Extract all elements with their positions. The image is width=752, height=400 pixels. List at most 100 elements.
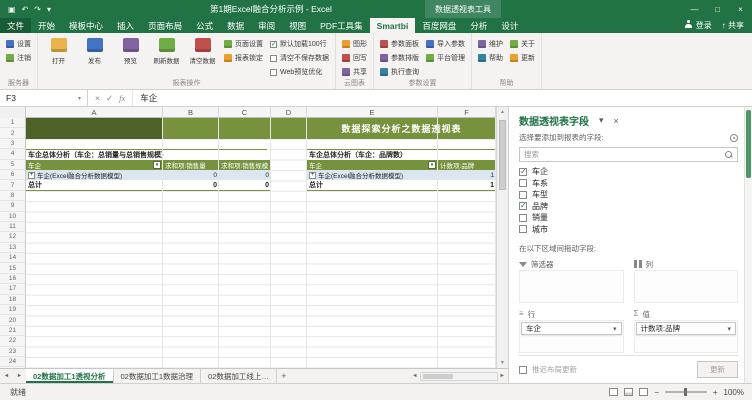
left-table-header-cell[interactable]: 车企▾: [26, 160, 163, 170]
column-header-D[interactable]: D: [271, 107, 307, 118]
defer-checkbox[interactable]: [519, 366, 527, 374]
filters-area[interactable]: 筛选器: [519, 258, 624, 303]
scrollbar-thumb[interactable]: [423, 374, 453, 379]
ribbon-check-1-1[interactable]: 清空不保存数据: [268, 52, 331, 64]
enter-icon[interactable]: ✓: [106, 93, 113, 104]
checkbox-icon[interactable]: [519, 191, 527, 199]
formula-input[interactable]: 车企: [133, 90, 164, 106]
sign-in-button[interactable]: 登录: [685, 20, 712, 31]
ribbon-check-1-2[interactable]: Web预览优化: [268, 66, 331, 78]
name-box[interactable]: F3 ▾: [0, 90, 88, 106]
row-header-10[interactable]: 10: [0, 212, 25, 222]
left-table-row-label[interactable]: +车企(Excel融合分析数据模型): [26, 170, 163, 180]
redo-icon[interactable]: ↷: [34, 5, 41, 14]
ribbon-button-large-1-1[interactable]: 发布: [78, 35, 111, 65]
row-header-22[interactable]: 22: [0, 336, 25, 346]
checkbox-icon[interactable]: [519, 225, 527, 233]
right-table-header-cell[interactable]: 计数项:品牌: [438, 160, 496, 170]
row-header-2[interactable]: 2: [0, 128, 25, 138]
zoom-out-icon[interactable]: −: [654, 388, 659, 397]
maximize-button[interactable]: □: [706, 0, 729, 18]
ribbon-button-small-0-0-1[interactable]: 注销: [4, 52, 33, 64]
row-header-15[interactable]: 15: [0, 263, 25, 273]
close-button[interactable]: ×: [729, 0, 752, 18]
scrollbar-track[interactable]: [420, 372, 498, 381]
scrollbar-thumb[interactable]: [499, 120, 506, 190]
scroll-down-icon[interactable]: ▼: [497, 358, 508, 368]
scroll-up-icon[interactable]: ▲: [497, 107, 508, 117]
ribbon-tab-8[interactable]: 视图: [282, 18, 313, 33]
ribbon-tab-6[interactable]: 数据: [220, 18, 251, 33]
column-header-C[interactable]: C: [219, 107, 271, 118]
row-header-12[interactable]: 12: [0, 232, 25, 242]
zoom-slider[interactable]: [665, 391, 707, 393]
right-table-cell[interactable]: 1: [438, 170, 496, 180]
column-header-A[interactable]: A: [26, 107, 163, 118]
save-icon[interactable]: ▣: [8, 5, 16, 14]
column-header-B[interactable]: B: [163, 107, 219, 118]
next-sheet-icon[interactable]: ►: [13, 369, 26, 383]
ribbon-button-large-1-0[interactable]: 打开: [42, 35, 75, 65]
right-table-row-label[interactable]: +车企(Excel融合分析数据模型): [307, 170, 438, 180]
ribbon-button-small-4-1-1[interactable]: 更新: [508, 52, 537, 64]
grid[interactable]: 数据探索分析之数据透视表 车企总体分析（车企：总销量与总销售规模） 车企总体分析…: [26, 118, 496, 368]
prev-sheet-icon[interactable]: ◄: [0, 369, 13, 383]
cancel-icon[interactable]: ×: [95, 93, 100, 103]
row-header-3[interactable]: 3: [0, 139, 25, 149]
update-button[interactable]: 更新: [697, 361, 738, 378]
normal-view-icon[interactable]: [609, 388, 618, 396]
row-header-21[interactable]: 21: [0, 326, 25, 336]
row-header-17[interactable]: 17: [0, 284, 25, 294]
ribbon-button-small-4-0-0[interactable]: 维护: [476, 38, 505, 50]
row-header-14[interactable]: 14: [0, 253, 25, 263]
checkbox-icon[interactable]: ✓: [519, 168, 527, 176]
row-header-19[interactable]: 19: [0, 305, 25, 315]
row-header-1[interactable]: 1: [0, 118, 25, 128]
ribbon-button-small-2-0-2[interactable]: 共享: [340, 66, 369, 78]
ribbon-button-small-1-0-1[interactable]: 报表锁定: [222, 52, 265, 64]
right-table-total-cell[interactable]: 1: [438, 180, 496, 190]
column-header-F[interactable]: F: [438, 107, 496, 118]
ribbon-button-small-3-0-2[interactable]: 执行查询: [378, 66, 421, 78]
search-input[interactable]: 搜索: [519, 147, 738, 162]
undo-icon[interactable]: ↶: [22, 5, 29, 14]
ribbon-button-small-4-0-1[interactable]: 帮助: [476, 52, 505, 64]
ribbon-button-small-4-1-0[interactable]: 关于: [508, 38, 537, 50]
ribbon-tab-13[interactable]: 设计: [494, 18, 525, 33]
scroll-left-icon[interactable]: ◄: [412, 373, 417, 379]
share-button[interactable]: ↑ 共享: [722, 20, 744, 31]
page-break-view-icon[interactable]: [639, 388, 648, 396]
ribbon-check-1-0[interactable]: ✓默认加载100行: [268, 38, 331, 50]
ribbon-button-small-2-0-0[interactable]: 图形: [340, 38, 369, 50]
filter-dropdown-icon[interactable]: ▾: [153, 161, 161, 169]
filter-dropdown-icon[interactable]: ▾: [428, 161, 436, 169]
left-table-total-cell[interactable]: 0: [219, 180, 271, 190]
rows-area[interactable]: ≡行 车企▾: [519, 308, 624, 353]
field-item-3[interactable]: ✓品牌: [519, 201, 738, 213]
ribbon-tab-9[interactable]: PDF工具集: [313, 18, 370, 33]
ribbon-tab-1[interactable]: 开始: [31, 18, 62, 33]
pane-options-icon[interactable]: ▾: [599, 115, 604, 126]
pane-close-icon[interactable]: ×: [614, 116, 619, 126]
checkbox-icon[interactable]: ✓: [519, 202, 527, 210]
gear-icon[interactable]: [730, 134, 738, 142]
row-header-11[interactable]: 11: [0, 222, 25, 232]
qat-dropdown-icon[interactable]: ▾: [47, 5, 51, 14]
ribbon-button-large-1-3[interactable]: 刷新数据: [150, 35, 183, 65]
expand-icon[interactable]: +: [28, 172, 35, 179]
field-item-0[interactable]: ✓车企: [519, 166, 738, 178]
left-table-total-cell[interactable]: 0: [163, 180, 219, 190]
row-header-13[interactable]: 13: [0, 243, 25, 253]
field-item-5[interactable]: 城市: [519, 224, 738, 236]
right-table-header-cell[interactable]: 车企▾: [307, 160, 438, 170]
row-header-16[interactable]: 16: [0, 274, 25, 284]
sheet-tab-1[interactable]: 02数据加工1数据治理: [114, 369, 202, 383]
row-header-4[interactable]: 4: [0, 149, 25, 159]
pane-scrollbar-thumb[interactable]: [746, 110, 751, 178]
row-header-23[interactable]: 23: [0, 347, 25, 357]
add-sheet-button[interactable]: +: [277, 369, 291, 383]
row-header-7[interactable]: 7: [0, 180, 25, 190]
left-table-header-cell[interactable]: 求和项:销售量: [163, 160, 219, 170]
column-header-E[interactable]: E: [307, 107, 438, 118]
row-header-18[interactable]: 18: [0, 295, 25, 305]
